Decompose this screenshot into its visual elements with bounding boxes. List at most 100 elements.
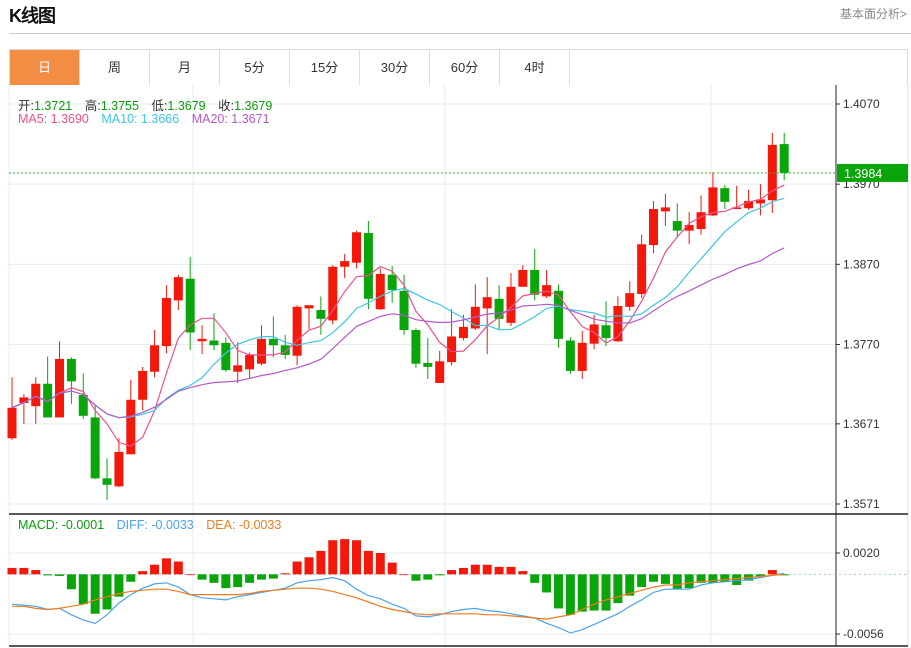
candle-down (363, 221, 373, 310)
candle-body (7, 407, 17, 439)
macd-bar (649, 574, 659, 582)
candle-down (66, 357, 76, 404)
macd-bar (732, 574, 742, 585)
macd-bar (375, 553, 385, 575)
candle-body (363, 233, 373, 299)
macd-bar (423, 574, 433, 580)
macd-value: MACD: -0.0001 (18, 518, 105, 532)
macd-bar (126, 574, 136, 582)
candle-up (577, 330, 587, 379)
candle-up (138, 366, 148, 411)
macd-bar (292, 561, 302, 575)
macd-bar (660, 574, 670, 584)
macd-bar (613, 574, 623, 604)
candle-down (90, 405, 100, 480)
macd-bar (19, 567, 29, 575)
candle-up (55, 341, 65, 418)
candle-body (530, 269, 540, 295)
candle-down (221, 337, 231, 372)
candle-body (138, 370, 148, 400)
candle-body (209, 340, 219, 346)
macd-info: MACD: -0.0001 DIFF: -0.0033 DEA: -0.0033 (18, 518, 281, 532)
macd-bar (340, 539, 350, 575)
macd-axis-tick-label: -0.0056 (843, 627, 884, 641)
candle-up (637, 234, 647, 298)
candle-up (256, 325, 266, 366)
candle-body (660, 207, 670, 212)
candle-body (328, 266, 338, 321)
candle-up (150, 330, 160, 378)
low-label: 低: (151, 99, 168, 113)
macd-bar (542, 574, 552, 593)
macd-bar (565, 574, 575, 615)
candle-up (233, 342, 243, 383)
candle-body (161, 297, 171, 347)
candle-up (744, 189, 754, 210)
macd-bar (256, 574, 266, 580)
low-value: 1.3679 (167, 99, 206, 113)
macd-bar (78, 574, 88, 605)
macd-bar (55, 574, 65, 576)
candle-up (31, 377, 41, 424)
macd-bar (328, 540, 338, 575)
candle-up (506, 273, 516, 327)
macd-bar (720, 574, 730, 582)
candle-up (292, 305, 302, 366)
macd-bar (66, 574, 76, 590)
macd-bar (173, 561, 183, 575)
high-value: 1.3755 (100, 99, 139, 113)
candle-body (553, 290, 563, 339)
candle-up (660, 193, 670, 226)
candle-body (55, 358, 65, 418)
candle-up (245, 352, 255, 379)
candle-body (637, 244, 647, 294)
candle-up (708, 172, 718, 217)
candle-body (399, 290, 409, 331)
candle-body (66, 358, 76, 382)
macd-bar (482, 564, 492, 575)
macd-bar (102, 574, 112, 610)
candle-body (577, 342, 587, 371)
candle-body (696, 212, 706, 230)
macd-bar (518, 571, 528, 575)
candle-up (375, 268, 385, 311)
macd-bar (268, 574, 278, 579)
macd-bar (470, 564, 480, 575)
close-value: 1.3679 (234, 99, 273, 113)
candle-body (494, 298, 504, 319)
candle-body (672, 221, 682, 231)
close-label: 收: (218, 99, 235, 113)
candle-body (375, 273, 385, 310)
candle-up (482, 277, 492, 355)
candle-up (161, 285, 171, 354)
macd-bar (352, 540, 362, 575)
macd-bar (530, 574, 540, 583)
macd-bar (197, 574, 207, 580)
candle-up (649, 200, 659, 254)
macd-bar (7, 567, 17, 575)
candle-up (304, 305, 314, 330)
macd-bar (150, 564, 160, 575)
candle-down (601, 301, 611, 347)
candle-body (31, 383, 41, 407)
candle-body (280, 345, 290, 355)
candle-body (268, 338, 278, 346)
ma-info: MA5: 1.3690 MA10: 1.3666 MA20: 1.3671 (18, 112, 270, 126)
candle-body (589, 324, 599, 344)
candle-down (720, 184, 730, 210)
ma10-line (11, 197, 785, 419)
macd-bar (90, 574, 100, 614)
macd-axis-tick-label: 0.0020 (843, 546, 880, 560)
y-axis-tick-label: 1.4070 (843, 97, 880, 111)
open-label: 开: (18, 99, 34, 113)
candle-body (245, 354, 255, 370)
candle-body (435, 361, 445, 383)
candle-up (19, 394, 29, 424)
macd-bar (435, 574, 445, 576)
ma5-value: MA5: 1.3690 (18, 112, 89, 126)
candle-up (447, 309, 457, 366)
candle-down (316, 296, 326, 335)
candle-down (280, 334, 290, 359)
macd-bar (316, 550, 326, 575)
candle-up (352, 230, 362, 269)
